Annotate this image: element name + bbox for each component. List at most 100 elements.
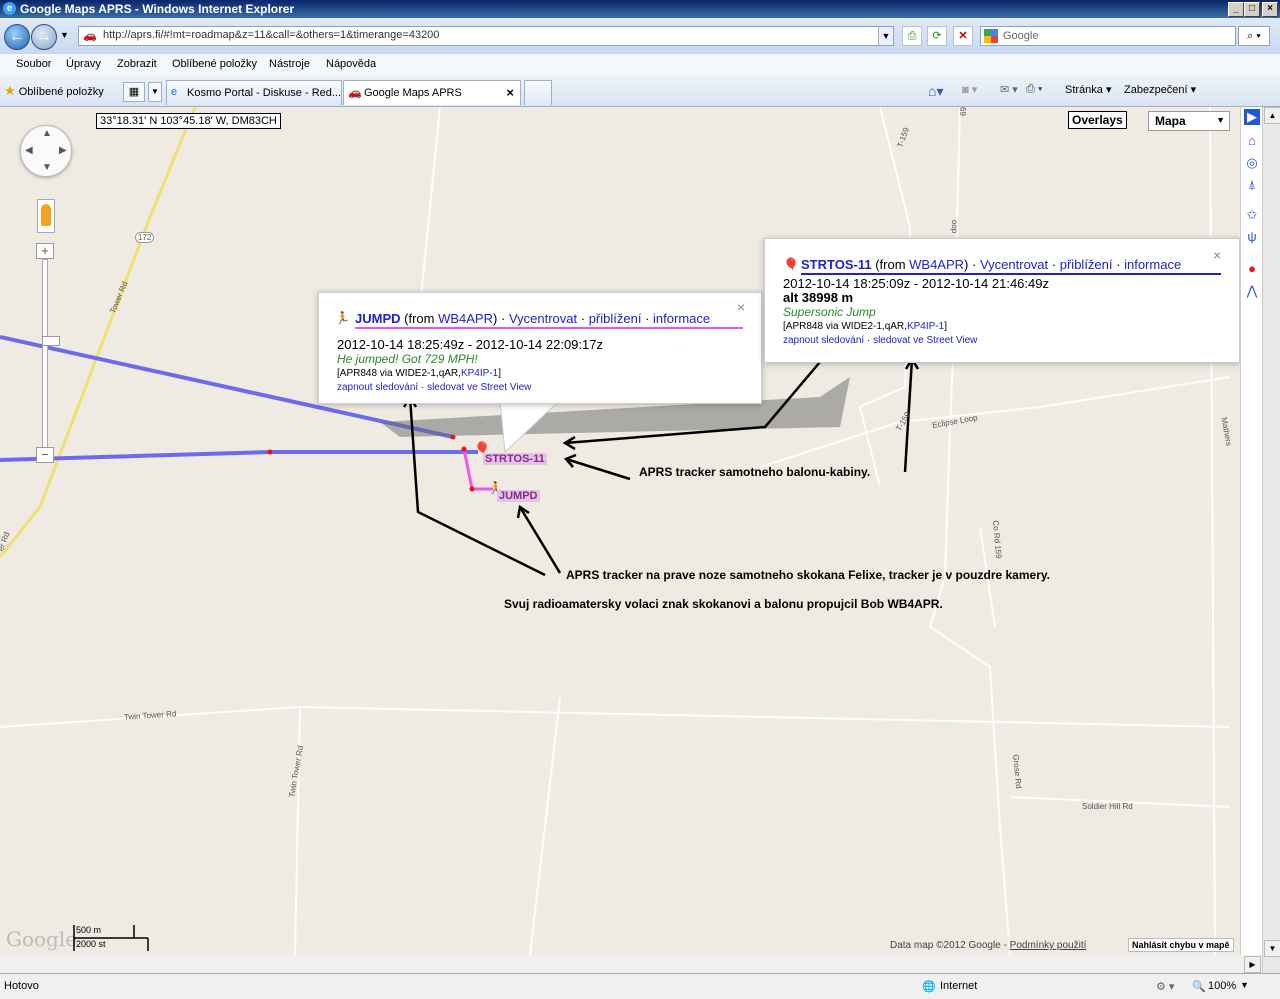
star-icon: ★: [4, 83, 16, 98]
menu-upravy[interactable]: Úpravy: [66, 58, 101, 70]
map-canvas[interactable]: Tower Rd Twin Tower Rd Twin Tower Rd Ecl…: [0, 107, 1240, 955]
vycentrovat-link[interactable]: Vycentrovat: [980, 257, 1048, 272]
google-logo[interactable]: Google: [6, 927, 77, 951]
weather-icon[interactable]: ●: [1244, 261, 1260, 277]
zoom-control[interactable]: + −: [36, 243, 60, 463]
minimize-button[interactable]: _: [1228, 2, 1244, 17]
tab-google-maps-aprs[interactable]: 🚗 Google Maps APRS ×: [343, 80, 521, 105]
protected-mode-icon[interactable]: ⚙ ▾: [1156, 980, 1174, 993]
vertical-scrollbar[interactable]: ▲ ▼: [1262, 107, 1280, 973]
favorites-button[interactable]: ★ Oblíbené položky: [4, 83, 104, 99]
report-error-button[interactable]: Nahlásit chybu v mapě: [1128, 938, 1234, 952]
map-type-select[interactable]: Mapa ▼: [1148, 111, 1230, 131]
strtos-info-window: × 🎈 STRTOS-11 (from WB4APR) · Vycentrova…: [764, 238, 1240, 363]
pan-left-icon[interactable]: ◀: [25, 145, 33, 156]
tracking-link[interactable]: zapnout sledování: [337, 382, 418, 393]
address-text[interactable]: http://aprs.fi/#!mt=roadmap&z=11&call=&o…: [103, 29, 439, 41]
star-icon[interactable]: ✩: [1244, 207, 1260, 223]
page-menu[interactable]: Stránka ▾: [1065, 83, 1112, 96]
strtos-callsign[interactable]: STRTOS-11: [801, 257, 872, 272]
close-window-button[interactable]: ×: [1262, 2, 1278, 17]
tab-kosmo-portal[interactable]: e Kosmo Portal - Diskuse - Red...: [166, 80, 342, 105]
home-icon[interactable]: ⌂▾: [928, 83, 943, 100]
menu-nastroje[interactable]: Nástroje: [269, 58, 310, 70]
quick-tabs-icon[interactable]: ▦: [123, 82, 145, 102]
forward-button[interactable]: →: [31, 24, 57, 50]
from-prefix: (from: [404, 311, 439, 326]
history-dropdown-icon[interactable]: ▼: [60, 30, 69, 40]
jumpd-callsign[interactable]: JUMPD: [355, 311, 401, 326]
from-callsign-link[interactable]: WB4APR: [438, 311, 493, 326]
close-tab-icon[interactable]: ×: [506, 85, 514, 100]
security-menu[interactable]: Zabezpečení ▾: [1124, 83, 1196, 96]
back-button[interactable]: ←: [4, 24, 30, 50]
security-zone[interactable]: Internet: [940, 980, 977, 992]
scroll-right-icon[interactable]: ▶: [1244, 956, 1261, 973]
path-igate-link[interactable]: KP4IP-1: [461, 368, 498, 379]
menu-oblibene[interactable]: Oblíbené položky: [172, 58, 257, 70]
address-dropdown-icon[interactable]: ▼: [878, 27, 893, 45]
address-bar[interactable]: 🚗 http://aprs.fi/#!mt=roadmap&z=11&call=…: [78, 26, 894, 46]
from-callsign-link[interactable]: WB4APR: [909, 257, 964, 272]
path-prefix: [APR848 via WIDE2-1,qAR,: [783, 321, 907, 332]
compass-icon[interactable]: ◎: [1244, 155, 1260, 171]
pan-control[interactable]: ▲ ▼ ◀ ▶: [20, 125, 72, 177]
menu-soubor[interactable]: Soubor: [16, 58, 51, 70]
scale-bar: 500 m 2000 st: [72, 925, 150, 951]
maximize-button[interactable]: □: [1244, 2, 1260, 17]
security-menu-label: Zabezpečení: [1124, 84, 1188, 96]
search-button[interactable]: ⌕ ▾: [1238, 26, 1270, 46]
overlays-button[interactable]: Overlays: [1068, 111, 1127, 129]
scroll-down-icon[interactable]: ▼: [1264, 940, 1280, 957]
zoom-slider-track[interactable]: [42, 259, 60, 449]
collapse-panel-icon[interactable]: ▶: [1244, 109, 1260, 125]
compatibility-icon[interactable]: ⎙: [902, 26, 922, 46]
zoom-dropdown-icon[interactable]: ▼: [1240, 980, 1249, 990]
tracking-link[interactable]: zapnout sledování: [783, 335, 864, 346]
informace-link[interactable]: informace: [1124, 257, 1181, 272]
zoom-out-button[interactable]: −: [36, 447, 54, 463]
pan-up-icon[interactable]: ▲: [42, 128, 52, 139]
jumpd-info-window: × 🏃 JUMPD (from WB4APR) · Vycentrovat · …: [318, 292, 762, 404]
path-igate-link[interactable]: KP4IP-1: [907, 321, 944, 332]
mail-icon[interactable]: ✉ ▾: [1000, 83, 1018, 96]
tower-icon[interactable]: ⍋: [1244, 177, 1260, 193]
antenna-icon[interactable]: ψ: [1244, 229, 1260, 245]
favorites-label: Oblíbené položky: [18, 86, 104, 98]
zoom-slider-knob[interactable]: [42, 336, 60, 346]
refresh-icon[interactable]: ⟳: [927, 26, 947, 46]
new-tab-button[interactable]: [524, 80, 552, 105]
strtos-map-label[interactable]: STRTOS-11: [483, 453, 547, 465]
separator: ·: [420, 382, 425, 393]
aircraft-icon[interactable]: ⋀: [1244, 283, 1260, 299]
print-icon[interactable]: ⎙ ▾: [1026, 83, 1042, 96]
jumpd-map-label[interactable]: JUMPD: [497, 490, 540, 502]
street-view-link[interactable]: sledovat ve Street View: [427, 382, 531, 393]
terms-link[interactable]: Podmínky použití: [1010, 940, 1087, 951]
map-type-value: Mapa: [1155, 114, 1186, 128]
scale-metric: 500 m: [76, 925, 102, 935]
jumpd-header: JUMPD (from WB4APR) · Vycentrovat · přib…: [355, 311, 743, 329]
pan-down-icon[interactable]: ▼: [42, 162, 52, 173]
informace-link[interactable]: informace: [653, 311, 710, 326]
search-input[interactable]: Google: [980, 26, 1236, 46]
separator: ·: [1051, 257, 1057, 272]
strtos-altitude: alt 38998 m: [783, 290, 854, 305]
zoom-level[interactable]: 100%: [1208, 980, 1236, 992]
stop-icon[interactable]: ✕: [953, 26, 973, 46]
street-view-link[interactable]: sledovat ve Street View: [873, 335, 977, 346]
priblizeni-link[interactable]: přiblížení: [589, 311, 642, 326]
street-view-pegman-icon[interactable]: [37, 199, 55, 233]
jumper-icon: 🏃: [335, 311, 350, 325]
zoom-in-button[interactable]: +: [36, 243, 54, 259]
priblizeni-link[interactable]: přiblížení: [1060, 257, 1113, 272]
vycentrovat-link[interactable]: Vycentrovat: [509, 311, 577, 326]
menu-zobrazit[interactable]: Zobrazit: [117, 58, 157, 70]
feeds-icon[interactable]: ◙ ▾: [962, 83, 977, 96]
house-icon[interactable]: ⌂: [1244, 133, 1260, 149]
tab-list-dropdown-icon[interactable]: ▼: [148, 82, 162, 102]
ie-icon: e: [3, 2, 16, 15]
scroll-up-icon[interactable]: ▲: [1264, 107, 1280, 124]
pan-right-icon[interactable]: ▶: [59, 145, 67, 156]
menu-napoveda[interactable]: Nápověda: [326, 58, 376, 70]
